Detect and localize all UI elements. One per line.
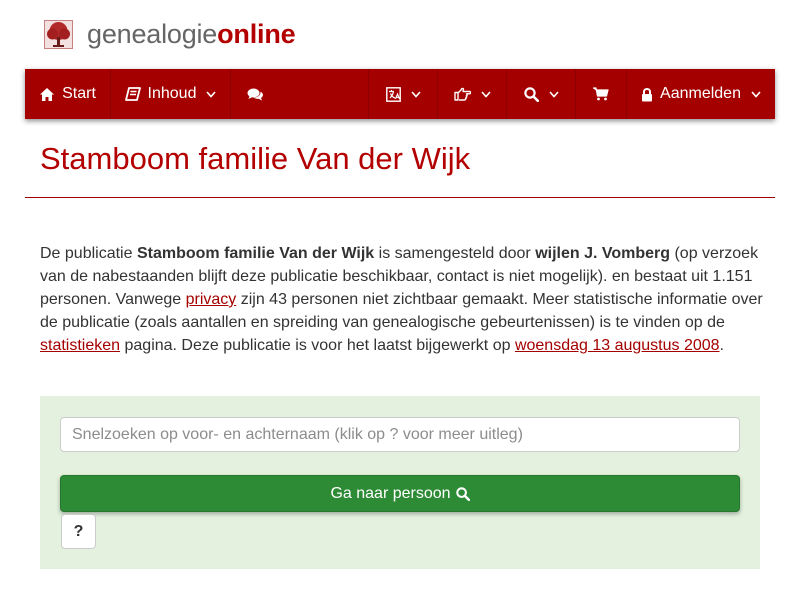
language-icon [385, 86, 401, 102]
intro-text-1: De publicatie [40, 245, 137, 262]
author-name: wijlen J. Vomberg [535, 245, 671, 262]
brand-name-part2: online [217, 19, 296, 49]
quick-search-panel: Ga naar persoon ? [40, 396, 760, 569]
nav-share[interactable] [438, 69, 507, 119]
cart-icon [593, 87, 609, 101]
hand-point-right-icon [453, 87, 471, 101]
publication-name: Stamboom familie Van der Wijk [136, 245, 375, 262]
search-icon [455, 486, 470, 501]
brand-name-part1: genealogie [87, 19, 218, 49]
last-updated-link[interactable]: woensdag 13 augustus 2008 [515, 337, 720, 354]
intro-text-2: is samengesteld door [374, 245, 536, 262]
search-icon [523, 86, 539, 102]
title-divider [25, 197, 775, 198]
site-logo[interactable]: genealogieonline [44, 18, 296, 50]
page-title: Stamboom familie Van der Wijk [40, 141, 471, 176]
nav-login-label: Aanmelden [660, 85, 741, 102]
chevron-down-icon [206, 90, 217, 98]
nav-cart[interactable] [576, 69, 627, 119]
book-icon [124, 87, 141, 101]
nav-start[interactable]: Start [25, 69, 111, 119]
search-help-button[interactable]: ? [61, 514, 96, 549]
statistics-link[interactable]: statistieken [40, 337, 120, 354]
comments-icon [247, 88, 263, 100]
privacy-link[interactable]: privacy [186, 291, 237, 308]
chevron-down-icon [548, 90, 559, 98]
intro-text-6: . [719, 337, 724, 354]
nav-login[interactable]: Aanmelden [627, 69, 775, 119]
nav-search[interactable] [507, 69, 576, 119]
nav-language[interactable] [368, 69, 438, 119]
nav-start-label: Start [62, 85, 96, 102]
chevron-down-icon [410, 90, 421, 98]
search-help-label: ? [73, 522, 84, 540]
lock-icon [642, 87, 653, 101]
main-navbar: Start Inhoud Aanmelden [25, 69, 775, 119]
intro-text-5: pagina. Deze publicatie is voor het laat… [120, 337, 515, 354]
nav-inhoud[interactable]: Inhoud [111, 69, 231, 119]
chevron-down-icon [480, 90, 491, 98]
go-to-person-button[interactable]: Ga naar persoon [60, 475, 740, 512]
tree-logo-icon [44, 19, 73, 49]
nav-comments[interactable] [231, 69, 279, 119]
quick-search-input[interactable] [60, 417, 740, 452]
go-to-person-label: Ga naar persoon [330, 484, 451, 502]
chevron-down-icon [751, 90, 761, 98]
nav-inhoud-label: Inhoud [147, 85, 197, 102]
publication-intro: De publicatie Stamboom familie Van der W… [40, 242, 764, 357]
home-icon [40, 87, 55, 101]
